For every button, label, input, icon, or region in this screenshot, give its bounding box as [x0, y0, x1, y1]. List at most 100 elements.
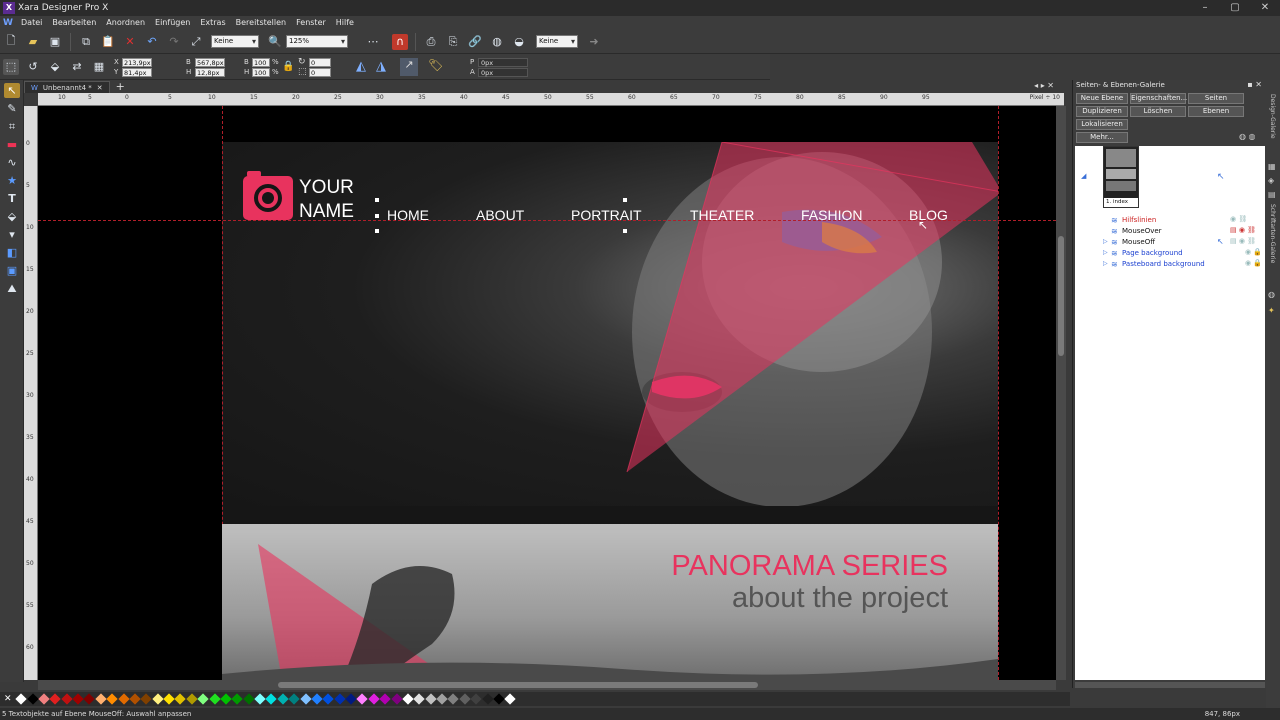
menu-bereitstellen[interactable]: Bereitstellen: [231, 16, 291, 30]
color-swatch[interactable]: [481, 693, 494, 705]
copy-icon[interactable]: ⧉: [78, 34, 94, 50]
swap-icon[interactable]: ⇄: [69, 59, 85, 75]
rotation-field[interactable]: 0: [309, 57, 331, 67]
new-tab-icon[interactable]: +: [116, 80, 125, 93]
vertical-scroll-thumb[interactable]: [1058, 236, 1064, 356]
bevel-tool-icon[interactable]: ▣: [4, 263, 20, 278]
document-menu-icon[interactable]: W: [2, 17, 14, 29]
text-tool-icon[interactable]: T: [4, 191, 20, 206]
blend-select[interactable]: Keine: [536, 35, 578, 48]
selection-handle[interactable]: [623, 198, 627, 202]
color-swatch[interactable]: [61, 693, 73, 705]
color-swatch[interactable]: [49, 693, 62, 705]
color-swatch[interactable]: [379, 693, 391, 705]
guide-line-horizontal[interactable]: [38, 220, 1056, 221]
selector-tool-icon[interactable]: ↖: [4, 83, 20, 98]
color-swatch[interactable]: [390, 693, 403, 705]
flip-horizontal-icon[interactable]: ◭: [356, 59, 366, 74]
layer-hilfslinien[interactable]: Hilfslinien: [1122, 215, 1156, 225]
visibility-eye-icon[interactable]: ◉ 🔒: [1245, 259, 1262, 267]
shadow-tool-icon[interactable]: ◧: [4, 245, 20, 260]
color-swatch[interactable]: [140, 693, 153, 705]
color-swatch[interactable]: [220, 693, 232, 705]
nav-portrait[interactable]: PORTRAIT: [571, 207, 642, 223]
tag-icon[interactable]: 🏷: [428, 58, 443, 72]
fill-bucket-tool-icon[interactable]: ⬙: [4, 209, 20, 224]
visibility-eye-icon[interactable]: ▤ ◉ ⛓: [1230, 226, 1256, 234]
nav-theater[interactable]: THEATER: [690, 207, 754, 223]
color-swatch[interactable]: [368, 693, 380, 705]
zoom-select[interactable]: 125%: [286, 35, 348, 48]
layer-pasteboard-background[interactable]: Pasteboard background: [1122, 259, 1205, 269]
color-swatch[interactable]: [425, 693, 437, 705]
color-swatch[interactable]: [83, 693, 96, 705]
localize-button[interactable]: Lokalisieren: [1076, 119, 1128, 130]
color-swatch[interactable]: [504, 693, 517, 705]
tab-close-icon[interactable]: ✕: [97, 84, 103, 92]
guide-line-right[interactable]: [998, 106, 999, 680]
side-gallery-icon[interactable]: ◈: [1268, 176, 1274, 185]
layer-mouseover[interactable]: MouseOver: [1122, 226, 1162, 236]
pointer-mode-icon[interactable]: ↗: [400, 57, 418, 76]
side-gallery-icon[interactable]: ▤: [1268, 190, 1276, 199]
gallery-pin-close-icon[interactable]: ▪ ✕: [1247, 80, 1262, 89]
color-swatch[interactable]: [186, 693, 198, 705]
new-document-icon[interactable]: 🗋: [3, 34, 19, 50]
color-swatch[interactable]: [26, 693, 39, 705]
side-gallery-icon[interactable]: ◍: [1268, 290, 1275, 299]
color-swatch[interactable]: [470, 693, 482, 705]
menu-datei[interactable]: Datei: [16, 16, 47, 30]
feather-select[interactable]: Keine: [211, 35, 259, 48]
expand-layer-icon[interactable]: ▷: [1103, 249, 1108, 256]
menu-anordnen[interactable]: Anordnen: [101, 16, 150, 30]
color-swatch[interactable]: [72, 693, 84, 705]
color-swatch[interactable]: [345, 693, 357, 705]
tab-nav-arrows-icon[interactable]: ◂ ▸ ✕: [1034, 81, 1054, 90]
scale-height-field[interactable]: 100: [252, 67, 270, 77]
paste-icon[interactable]: 📋: [100, 34, 116, 50]
properties-button[interactable]: Eigenschaften...: [1130, 93, 1187, 104]
menu-einfuegen[interactable]: Einfügen: [150, 16, 195, 30]
new-layer-button[interactable]: Neue Ebene: [1076, 93, 1128, 104]
minimize-icon[interactable]: –: [1190, 0, 1220, 16]
color-swatch[interactable]: [174, 693, 187, 705]
color-swatch[interactable]: [129, 693, 141, 705]
color-swatch[interactable]: [38, 693, 50, 705]
nav-about[interactable]: ABOUT: [476, 207, 524, 223]
width-field[interactable]: 567,8px: [195, 57, 225, 67]
crop-tool-icon[interactable]: ⌗: [4, 119, 20, 134]
color-swatch[interactable]: [288, 693, 300, 705]
height-field[interactable]: 12,8px: [195, 67, 225, 77]
menu-extras[interactable]: Extras: [195, 16, 230, 30]
preview-browser-icon[interactable]: ◒: [511, 34, 527, 50]
delete-icon[interactable]: ✕: [122, 34, 138, 50]
open-folder-icon[interactable]: ▰: [25, 34, 41, 50]
grid-icon[interactable]: ▦: [91, 59, 107, 75]
color-swatch[interactable]: [299, 693, 312, 705]
visibility-eye-icon[interactable]: ▤ ◉ ⛓: [1230, 237, 1256, 245]
layers-button[interactable]: Ebenen: [1188, 106, 1244, 117]
zoom-icon[interactable]: 🔍: [267, 34, 283, 50]
visibility-eye-icon[interactable]: ◉ 🔒: [1245, 248, 1262, 256]
color-swatch[interactable]: [254, 693, 266, 705]
snap-magnet-icon[interactable]: ∩: [392, 33, 408, 50]
web-properties-icon[interactable]: ⎘: [445, 34, 461, 50]
menu-fenster[interactable]: Fenster: [291, 16, 331, 30]
selection-handle[interactable]: [375, 198, 379, 202]
color-swatch[interactable]: [152, 693, 164, 705]
shape-editor-tool-icon[interactable]: ∿: [4, 155, 20, 170]
nav-home[interactable]: HOME: [387, 207, 429, 223]
color-swatch[interactable]: [265, 693, 278, 705]
duplicate-button[interactable]: Duplizieren: [1076, 106, 1128, 117]
arrow-right-icon[interactable]: ➜: [586, 34, 602, 50]
page-thumbnail[interactable]: 1. index: [1103, 146, 1139, 208]
fill-tool-icon[interactable]: ⬙: [47, 59, 63, 75]
selection-handle[interactable]: [375, 214, 379, 218]
lock-aspect-icon[interactable]: 🔒: [282, 61, 294, 72]
y-field[interactable]: 81,4px: [122, 67, 152, 77]
gallery-scrollbar[interactable]: [1075, 682, 1265, 688]
color-swatch[interactable]: [277, 693, 289, 705]
color-swatch[interactable]: [334, 693, 346, 705]
visibility-eye-icon[interactable]: ◉ ⛓: [1230, 215, 1247, 223]
horizontal-scroll-thumb[interactable]: [278, 682, 758, 688]
